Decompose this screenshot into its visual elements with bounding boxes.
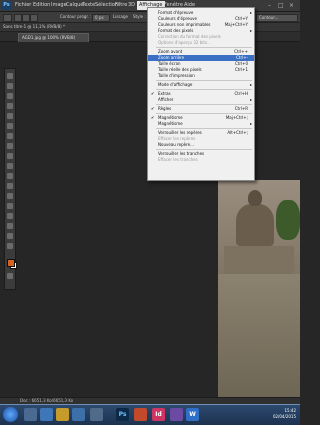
submenu-arrow-icon: ▸: [249, 121, 252, 126]
menu-item-effacer-les-tranches: Effacer les tranches: [148, 157, 254, 163]
explorer-icon[interactable]: [24, 408, 37, 421]
photo-ruins: [218, 274, 300, 397]
hand-tool-icon[interactable]: [7, 243, 13, 249]
menu-filtre[interactable]: Filtre: [115, 1, 127, 10]
blur-tool-icon[interactable]: [7, 193, 13, 199]
clock-date: 02/04/2015: [272, 414, 296, 419]
photoshop-logo-icon: Ps: [2, 1, 11, 10]
document-photo[interactable]: [218, 180, 300, 397]
marquee-tool-icon[interactable]: [7, 83, 13, 89]
menu-3d[interactable]: 3D: [128, 1, 135, 10]
refine-edge-label: Contour...: [259, 15, 279, 20]
selection-subtract-icon[interactable]: [30, 14, 38, 22]
tools-panel: [4, 68, 17, 290]
menu-item-nouveau-rep-re[interactable]: Nouveau repère...: [148, 142, 254, 148]
check-icon: ✔: [151, 106, 155, 111]
crop-tool-icon[interactable]: [7, 113, 13, 119]
system-clock[interactable]: 15:42 02/04/2015: [273, 408, 296, 420]
menu-item-label: Règles: [158, 106, 172, 111]
healing-tool-icon[interactable]: [7, 133, 13, 139]
path-selection-tool-icon[interactable]: [7, 233, 13, 239]
move-tool-icon[interactable]: [7, 73, 13, 79]
photo-statue-base: [224, 246, 294, 274]
photoshop-taskbar-icon[interactable]: Ps: [116, 408, 129, 421]
menu-separator: [156, 104, 252, 105]
menu-calque[interactable]: Calque: [66, 1, 83, 10]
eyedropper-tool-icon[interactable]: [7, 123, 13, 129]
refine-edge-button[interactable]: Contour...: [256, 14, 298, 22]
menu-item-shortcut: Ctrl+R: [234, 106, 248, 111]
eraser-tool-icon[interactable]: [7, 173, 13, 179]
contour-value: 0 px: [95, 15, 104, 20]
photo-buddha-head: [248, 190, 262, 206]
menu-item-label: Mode d'affichage: [158, 82, 193, 87]
menu-separator: [156, 89, 252, 90]
menu-item-taille-d-impression[interactable]: Taille d'impression: [148, 73, 254, 79]
menu-item-label: Magnétisme: [158, 121, 183, 126]
photo-buddha-statue: [236, 204, 274, 246]
menu-separator: [156, 80, 252, 81]
menu-item-label: Options d'aperçu 32 bits...: [158, 40, 211, 45]
pen-tool-icon[interactable]: [7, 213, 13, 219]
history-brush-tool-icon[interactable]: [7, 163, 13, 169]
lasso-tool-icon[interactable]: [7, 93, 13, 99]
menu-item-label: Effacer les tranches: [158, 157, 198, 162]
menu-item-mode-d-affichage[interactable]: Mode d'affichage ▸: [148, 82, 254, 88]
menu-item-options-d-aper-u-32-bits: Options d'aperçu 32 bits...: [148, 40, 254, 46]
menu-item-r-gles[interactable]: ✔ Règles Ctrl+R: [148, 106, 254, 112]
text-tool-icon[interactable]: [7, 223, 13, 229]
windows-taskbar: Ps Id W 15:42 02/04/2015: [0, 404, 300, 425]
flash-taskbar-icon[interactable]: [134, 408, 147, 421]
menu-item-afficher[interactable]: Afficher ▸: [148, 97, 254, 103]
tool-preset-picker[interactable]: [3, 14, 12, 22]
brush-tool-icon[interactable]: [7, 143, 13, 149]
word-taskbar-icon[interactable]: W: [186, 408, 199, 421]
menu-separator: [156, 47, 252, 48]
quick-mask-icon[interactable]: [7, 273, 13, 279]
submenu-arrow-icon: ▸: [249, 97, 252, 102]
lissage-checkbox-label[interactable]: Lissage: [113, 14, 128, 20]
menu-item-label: Nouveau repère...: [158, 142, 194, 147]
menu-image[interactable]: Image: [51, 1, 67, 10]
windows-start-button[interactable]: [3, 407, 18, 422]
document-info-text: Sans titre-1 @ 11,1% (RVB/8) *: [3, 24, 65, 29]
menu-item-magn-tisme[interactable]: Magnétisme ▸: [148, 121, 254, 127]
menu-separator: [156, 113, 252, 114]
style-label: Style :: [133, 14, 146, 19]
menu-separator: [156, 149, 252, 150]
quick-selection-tool-icon[interactable]: [7, 103, 13, 109]
affichage-menu: Format d'épreuve ▸ Couleurs d'épreuve Ctrl+…: [147, 7, 255, 181]
status-bar: Doc : 6651,3 Ko/6651,3 Ko: [0, 397, 300, 404]
menu-fichier[interactable]: Fichier: [15, 1, 31, 10]
stamp-tool-icon[interactable]: [7, 153, 13, 159]
indesign-taskbar-icon[interactable]: Id: [152, 408, 165, 421]
folder-icon[interactable]: [56, 408, 69, 421]
menu-texte[interactable]: Texte: [82, 1, 95, 10]
photo-foliage: [276, 200, 300, 240]
maximize-icon[interactable]: □: [278, 1, 284, 10]
media-player-icon[interactable]: [72, 408, 85, 421]
menu-item-label: Taille d'impression: [158, 73, 195, 78]
close-icon[interactable]: ×: [289, 1, 294, 10]
foreground-color-swatch[interactable]: [7, 259, 15, 267]
app-taskbar-icon[interactable]: [170, 408, 183, 421]
gradient-tool-icon[interactable]: [7, 183, 13, 189]
dodge-tool-icon[interactable]: [7, 203, 13, 209]
contour-input[interactable]: 0 px: [92, 14, 110, 22]
selection-add-icon[interactable]: [22, 14, 30, 22]
menu-item-label: Afficher: [158, 97, 174, 102]
selection-new-icon[interactable]: [14, 14, 22, 22]
ie-browser-icon[interactable]: [40, 408, 53, 421]
submenu-arrow-icon: ▸: [249, 82, 252, 87]
menu-edition[interactable]: Edition: [33, 1, 50, 10]
app-icon[interactable]: [90, 408, 103, 421]
minimize-icon[interactable]: –: [268, 1, 271, 10]
menu-separator: [156, 128, 252, 129]
contour-label: Contour progr. :: [60, 14, 92, 19]
